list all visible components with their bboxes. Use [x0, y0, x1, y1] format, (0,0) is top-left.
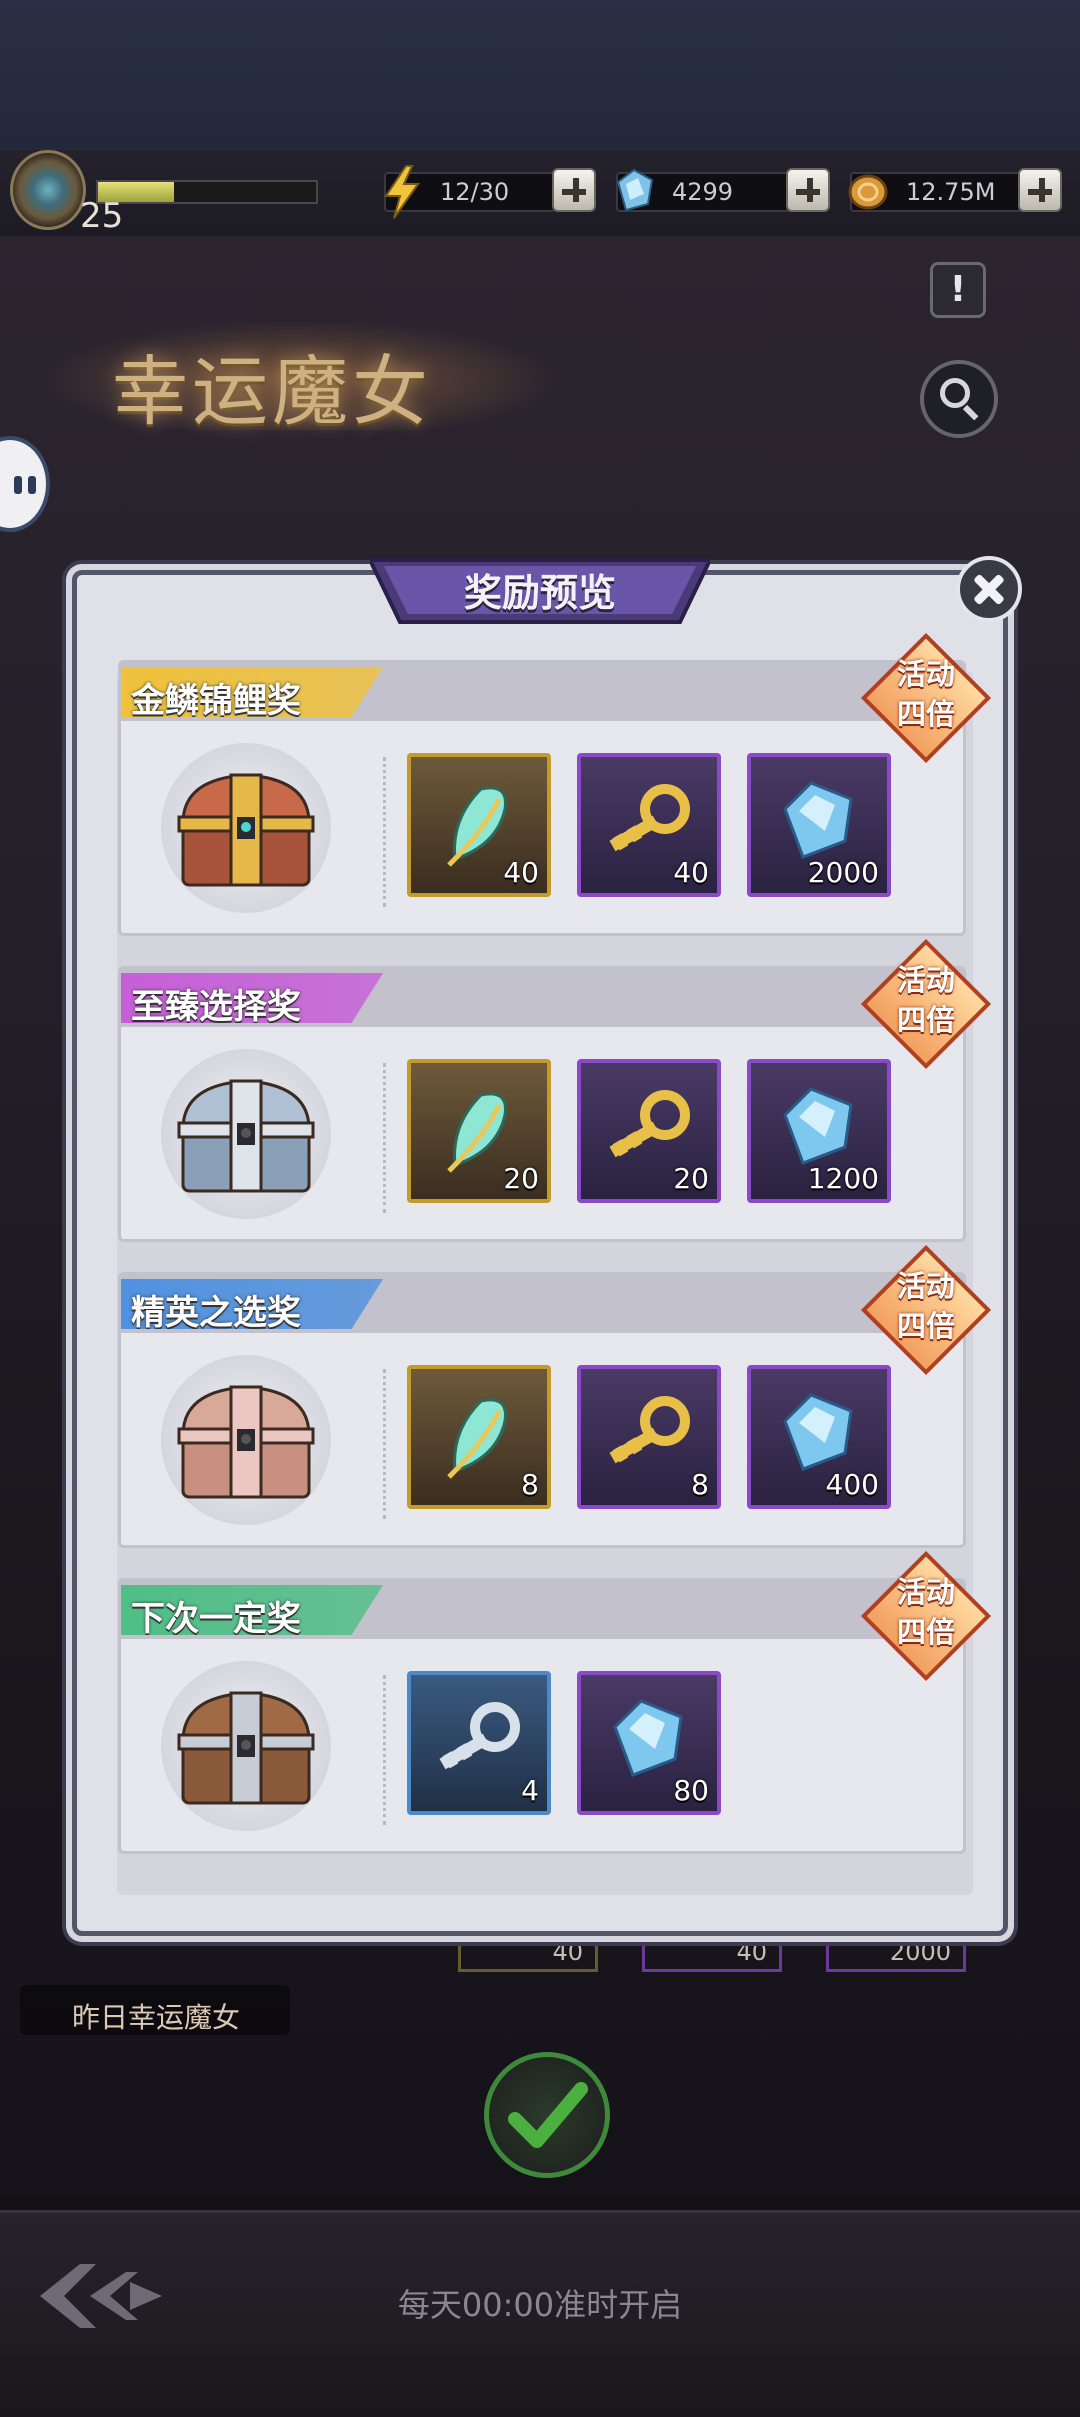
- gold-chest-icon: [177, 773, 315, 887]
- divider: [383, 1675, 386, 1825]
- feather-icon: [447, 1398, 507, 1479]
- add-gems-button[interactable]: [786, 168, 830, 212]
- reward-item-silver-key[interactable]: 4: [407, 1671, 551, 1815]
- silver-key-icon: [439, 1702, 520, 1770]
- reward-quantity: 8: [691, 1468, 709, 1501]
- tier-tab: 下次一定奖: [121, 1585, 383, 1635]
- reward-item-feather[interactable]: 20: [407, 1059, 551, 1203]
- level-number: 25: [80, 196, 124, 236]
- tier-tab: 金鳞锦鲤奖: [121, 667, 383, 717]
- reward-quantity: 40: [673, 856, 709, 889]
- reward-tier-panel: 金鳞锦鲤奖 40 40 2000: [118, 660, 966, 936]
- reward-quantity: 20: [673, 1162, 709, 1195]
- reward-item-feather[interactable]: 8: [407, 1365, 551, 1509]
- reward-item-gold-key[interactable]: 40: [577, 753, 721, 897]
- reward-item-gold-key[interactable]: 20: [577, 1059, 721, 1203]
- badge-text: 活动 四倍: [880, 960, 972, 1040]
- reward-quantity: 1200: [807, 1162, 879, 1195]
- badge-line-2: 四倍: [896, 1615, 955, 1649]
- quadruple-event-badge: 活动 四倍: [860, 632, 992, 764]
- divider: [383, 1369, 386, 1519]
- add-gold-button[interactable]: [1018, 168, 1062, 212]
- badge-line-1: 活动: [896, 963, 955, 997]
- peek-reward-1: 40: [458, 1938, 598, 1972]
- reward-item-diamond[interactable]: 1200: [747, 1059, 891, 1203]
- reward-item-diamond[interactable]: 80: [577, 1671, 721, 1815]
- tier-chest: [151, 1039, 341, 1229]
- xp-bar: [96, 180, 318, 204]
- reward-quantity: 80: [673, 1774, 709, 1807]
- add-stamina-button[interactable]: [552, 168, 596, 212]
- reward-tier-panel: 精英之选奖 8 8 400: [118, 1272, 966, 1548]
- info-button[interactable]: !: [930, 262, 986, 318]
- search-button[interactable]: [920, 360, 998, 438]
- gold-value: 12.75M: [906, 178, 996, 206]
- badge-line-1: 活动: [896, 657, 955, 691]
- crystal-icon: [616, 168, 654, 212]
- reward-item-diamond[interactable]: 2000: [747, 753, 891, 897]
- quadruple-event-badge: 活动 四倍: [860, 1550, 992, 1682]
- search-icon: [940, 378, 970, 408]
- lightning-icon: [384, 165, 420, 219]
- reward-item-gold-key[interactable]: 8: [577, 1365, 721, 1509]
- reward-quantity: 2000: [807, 856, 879, 889]
- wood-chest-icon: [177, 1691, 315, 1805]
- dialog-title: 奖励预览: [463, 571, 616, 615]
- checkmark-icon: [508, 2082, 588, 2148]
- badge-line-1: 活动: [896, 1269, 955, 1303]
- peek-reward-3: 2000: [826, 1938, 966, 1972]
- reward-quantity: 4: [521, 1774, 539, 1807]
- badge-line-2: 四倍: [896, 1309, 955, 1343]
- badge-line-2: 四倍: [896, 1003, 955, 1037]
- badge-text: 活动 四倍: [880, 1266, 972, 1346]
- coin-icon: [848, 174, 888, 210]
- pink-chest-icon: [177, 1385, 315, 1499]
- reward-quantity: 8: [521, 1468, 539, 1501]
- tier-name: 金鳞锦鲤奖: [131, 681, 301, 721]
- yesterday-label: 昨日幸运魔女: [72, 2001, 241, 2034]
- tier-chest: [151, 733, 341, 923]
- quadruple-event-badge: 活动 四倍: [860, 1244, 992, 1376]
- tier-name: 精英之选奖: [131, 1293, 301, 1333]
- badge-line-2: 四倍: [896, 697, 955, 731]
- reward-quantity: 400: [825, 1468, 879, 1501]
- confirm-button[interactable]: [484, 2052, 610, 2178]
- tier-chest: [151, 1651, 341, 1841]
- search-icon-handle: [962, 404, 979, 421]
- tier-chest: [151, 1345, 341, 1535]
- page-title: 幸运魔女: [112, 347, 432, 436]
- tier-name: 至臻选择奖: [131, 987, 301, 1027]
- reward-tier-panel: 至臻选择奖 20 20 1200: [118, 966, 966, 1242]
- badge-line-1: 活动: [896, 1575, 955, 1609]
- silver-chest-icon: [177, 1079, 315, 1193]
- gold-key-icon: [609, 1396, 690, 1464]
- reward-item-feather[interactable]: 40: [407, 753, 551, 897]
- gem-value: 4299: [672, 178, 734, 206]
- gem-counter: 4299: [616, 168, 790, 212]
- reward-quantity: 20: [503, 1162, 539, 1195]
- gold-counter: 12.75M: [848, 172, 1022, 212]
- tier-tab: 至臻选择奖: [121, 973, 383, 1023]
- reward-quantity: 40: [503, 856, 539, 889]
- divider: [383, 757, 386, 907]
- quadruple-event-badge: 活动 四倍: [860, 938, 992, 1070]
- level-emblem-icon[interactable]: [10, 150, 86, 230]
- reward-tier-panel: 下次一定奖 4 80: [118, 1578, 966, 1854]
- status-area: [0, 0, 1080, 150]
- stamina-counter: 12/30: [384, 165, 556, 219]
- tier-tab: 精英之选奖: [121, 1279, 383, 1329]
- daily-open-notice: 每天00:00准时开启: [397, 2286, 683, 2324]
- stamina-value: 12/30: [440, 178, 510, 206]
- reward-item-diamond[interactable]: 400: [747, 1365, 891, 1509]
- peek-reward-2: 40: [642, 1938, 782, 1972]
- badge-text: 活动 四倍: [880, 654, 972, 734]
- tier-name: 下次一定奖: [131, 1599, 301, 1639]
- badge-text: 活动 四倍: [880, 1572, 972, 1652]
- divider: [383, 1063, 386, 1213]
- close-button[interactable]: [956, 556, 1022, 622]
